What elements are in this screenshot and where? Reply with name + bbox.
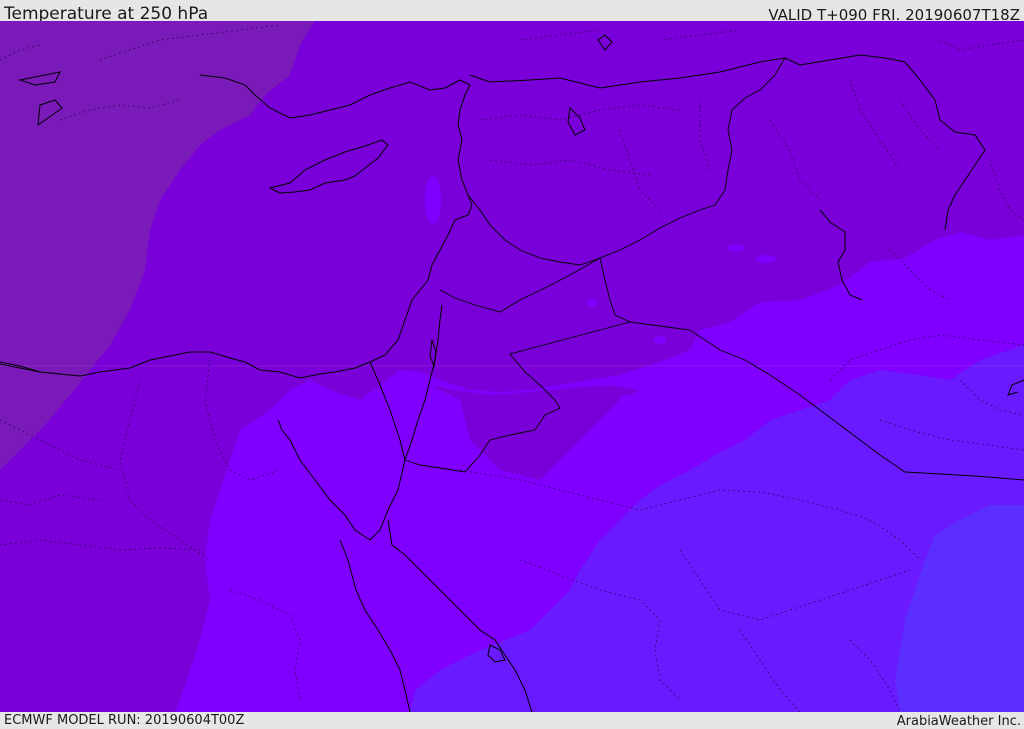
- temperature-patch: [654, 336, 666, 344]
- map-canvas: [0, 21, 1024, 712]
- footer-bar: ECMWF MODEL RUN: 20190604T00Z ArabiaWeat…: [0, 712, 1024, 729]
- weather-map[interactable]: [0, 21, 1024, 712]
- temperature-patch: [425, 176, 441, 224]
- credit-label: ArabiaWeather Inc.: [896, 714, 1021, 729]
- temperature-patch: [728, 244, 744, 252]
- map-frame: Temperature at 250 hPa VALID T+090 FRI. …: [0, 0, 1024, 729]
- header-bar: Temperature at 250 hPa VALID T+090 FRI. …: [0, 0, 1024, 24]
- temperature-patch: [619, 395, 631, 405]
- temperature-patch: [756, 255, 776, 263]
- model-run-label: ECMWF MODEL RUN: 20190604T00Z: [4, 713, 245, 728]
- temperature-patch: [587, 299, 597, 307]
